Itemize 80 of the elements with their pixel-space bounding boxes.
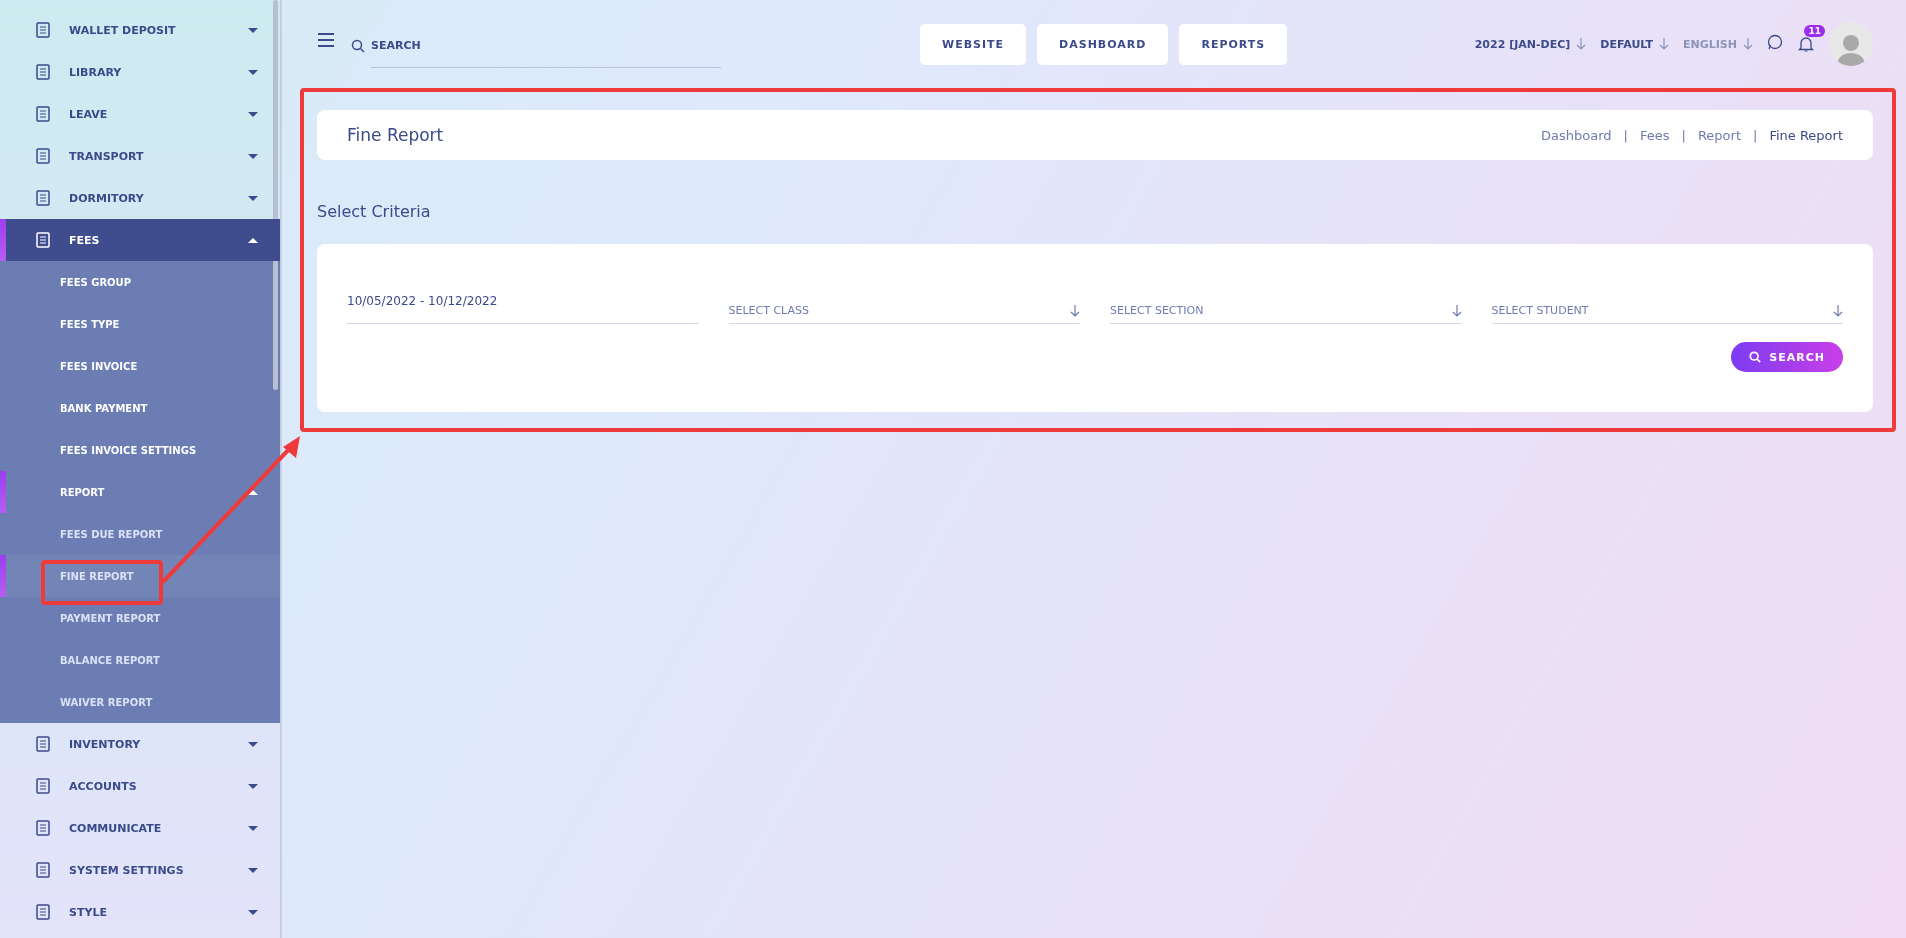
breadcrumb-link[interactable]: Dashboard [1541,127,1612,143]
document-icon [35,904,51,920]
sidebar-item[interactable]: ACCOUNTS [0,765,280,807]
dropdown[interactable]: ENGLISH [1683,37,1753,51]
caret-icon [248,489,258,495]
caret-icon [248,27,258,33]
sidebar-item[interactable]: FEES DUE REPORT [0,513,280,555]
sidebar-item[interactable]: FEES GROUP [0,261,280,303]
sidebar-item[interactable]: WALLET DEPOSIT [0,9,280,51]
sidebar-item[interactable]: PAYMENT REPORT [0,597,280,639]
nav-button[interactable]: DASHBOARD [1037,23,1169,65]
document-icon [35,190,51,206]
sidebar-item[interactable]: SYSTEM SETTINGS [0,849,280,891]
active-indicator [0,555,6,597]
caret-icon [248,69,258,75]
breadcrumb-link[interactable]: Fine Report [1769,127,1843,143]
arrow-down-icon [1576,38,1587,50]
search-field[interactable]: SEARCH [371,24,721,68]
bell-icon[interactable] [1797,35,1815,53]
sidebar-item[interactable]: REPORT [0,471,280,513]
caret-icon [248,237,258,243]
active-indicator [0,219,6,261]
caret-icon [248,867,258,873]
arrow-down-icon [1833,305,1843,317]
breadcrumb-link[interactable]: Fees [1639,127,1670,143]
breadcrumb-separator: | [1681,127,1686,143]
notification-badge: 11 [1804,25,1825,37]
breadcrumb-link[interactable]: Report [1697,127,1741,143]
document-icon [35,148,51,164]
nav-button[interactable]: WEBSITE [920,23,1027,65]
arrow-down-icon [1451,305,1462,317]
menu-icon [317,32,335,48]
caret-icon [248,153,258,159]
sidebar-item[interactable]: WAIVER REPORT [0,681,280,723]
document-icon [35,232,51,248]
document-icon [35,106,51,122]
active-indicator [0,471,6,513]
document-icon [35,736,51,752]
caret-icon [248,825,258,831]
caret-icon [248,783,258,789]
sidebar-item[interactable]: LIBRARY [0,51,280,93]
document-icon [35,862,51,878]
document-icon [35,64,51,80]
arrow-down-icon [1070,305,1080,317]
sidebar-item[interactable]: TRANSPORT [0,135,280,177]
document-icon [35,22,51,38]
page-title: Fine Report [347,125,444,145]
search-icon [351,39,365,53]
select-field[interactable]: SELECT SECTION [1110,290,1462,324]
sidebar-item[interactable]: INVENTORY [0,723,280,765]
sidebar-item[interactable]: BANK PAYMENT [0,387,280,429]
document-icon [35,778,51,794]
sidebar-item[interactable]: FEES INVOICE [0,345,280,387]
select-field[interactable]: SELECT CLASS [728,290,1080,324]
dropdown[interactable]: DEFAULT [1600,37,1669,51]
sidebar-item[interactable]: COMMUNICATE [0,807,280,849]
sidebar-item[interactable]: BALANCE REPORT [0,639,280,681]
sidebar-item[interactable]: FINE REPORT [0,555,280,597]
breadcrumb-separator: | [1753,127,1758,143]
arrow-down-icon [1743,38,1753,50]
sidebar-item[interactable]: DORMITORY [0,177,280,219]
breadcrumb-separator: | [1623,127,1628,143]
document-icon [35,820,51,836]
sidebar-item[interactable]: FEES TYPE [0,303,280,345]
sidebar-item[interactable]: STYLE [0,891,280,933]
select-field[interactable]: SELECT STUDENT [1491,290,1843,324]
caret-icon [248,195,258,201]
date-range-field[interactable]: 10/05/2022 - 10/12/2022 [347,290,699,324]
arrow-down-icon [1659,38,1669,50]
caret-icon [248,111,258,117]
section-title: Select Criteria [317,202,432,221]
sidebar-item[interactable]: FEES INVOICE SETTINGS [0,429,280,471]
search-button[interactable]: SEARCH [1731,342,1843,372]
sidebar-item[interactable]: LEAVE [0,93,280,135]
caret-icon [248,741,258,747]
dropdown[interactable]: 2022 [JAN-DEC] [1474,37,1587,51]
nav-button[interactable]: REPORTS [1179,23,1288,65]
sidebar-item[interactable]: FEES [0,219,280,261]
search-icon [1749,351,1762,363]
caret-icon [248,909,258,915]
